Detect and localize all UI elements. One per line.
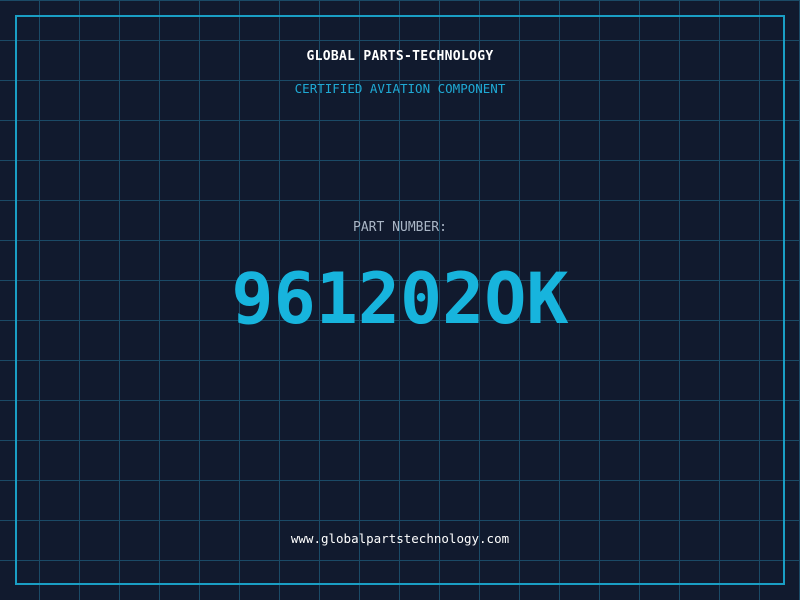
- website-url: www.globalpartstechnology.com: [290, 531, 510, 546]
- part-number-label: PART NUMBER:: [353, 220, 447, 235]
- label-canvas: GLOBAL PARTS-TECHNOLOGY CERTIFIED AVIATI…: [0, 0, 800, 600]
- certification-subtitle: CERTIFIED AVIATION COMPONENT: [294, 81, 506, 96]
- part-number-value: 961202OK: [231, 258, 569, 340]
- company-name: GLOBAL PARTS-TECHNOLOGY: [306, 49, 494, 64]
